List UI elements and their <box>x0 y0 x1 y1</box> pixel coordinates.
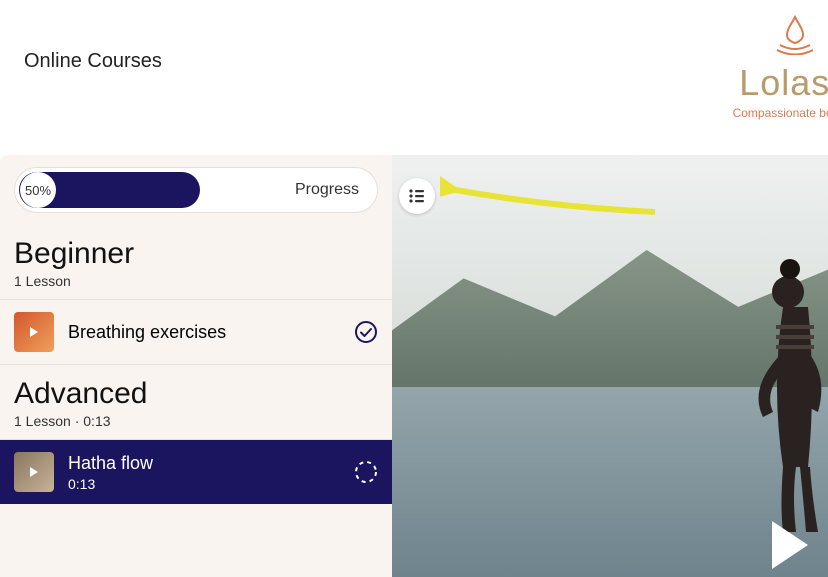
toggle-sidebar-button[interactable] <box>399 178 435 214</box>
lesson-thumbnail <box>14 312 54 352</box>
course-sidebar: 50% Progress Beginner 1 Lesson Breathing… <box>0 155 392 577</box>
lesson-title: Breathing exercises <box>68 322 340 343</box>
video-background <box>392 155 828 577</box>
lesson-title: Hatha flow <box>68 453 340 474</box>
lesson-thumbnail <box>14 452 54 492</box>
lesson-text: Hatha flow 0:13 <box>68 453 340 492</box>
in-progress-icon <box>354 460 378 484</box>
flame-drop-icon <box>770 15 820 55</box>
brand-name: Lolasa <box>733 62 828 104</box>
section-subtitle: 1 Lesson <box>14 273 378 289</box>
lesson-text: Breathing exercises <box>68 322 340 343</box>
section-header-beginner: Beginner 1 Lesson <box>0 225 392 300</box>
video-player-area[interactable] <box>392 155 828 577</box>
list-icon <box>407 186 427 206</box>
header: Online Courses Lolasa Compassionate bodi… <box>0 0 828 155</box>
brand-logo: Lolasa Compassionate bodies, <box>733 15 828 120</box>
lesson-item-breathing-exercises[interactable]: Breathing exercises <box>0 300 392 365</box>
play-icon <box>30 327 38 337</box>
main-content: 50% Progress Beginner 1 Lesson Breathing… <box>0 155 828 577</box>
section-title: Beginner <box>14 237 378 271</box>
section-header-advanced: Advanced 1 Lesson · 0:13 <box>0 365 392 440</box>
completed-icon <box>354 320 378 344</box>
brand-tagline: Compassionate bodies, <box>733 106 828 120</box>
progress-bar: 50% Progress <box>14 167 378 213</box>
progress-row: 50% Progress <box>0 155 392 225</box>
section-title: Advanced <box>14 377 378 411</box>
play-icon <box>30 467 38 477</box>
play-button[interactable] <box>772 521 808 569</box>
section-subtitle: 1 Lesson · 0:13 <box>14 413 378 429</box>
video-person <box>688 257 828 537</box>
lesson-item-hatha-flow[interactable]: Hatha flow 0:13 <box>0 440 392 504</box>
breadcrumb[interactable]: Online Courses <box>24 50 162 73</box>
lesson-duration: 0:13 <box>68 476 340 492</box>
progress-percent-badge: 50% <box>20 172 56 208</box>
progress-label: Progress <box>295 181 359 199</box>
